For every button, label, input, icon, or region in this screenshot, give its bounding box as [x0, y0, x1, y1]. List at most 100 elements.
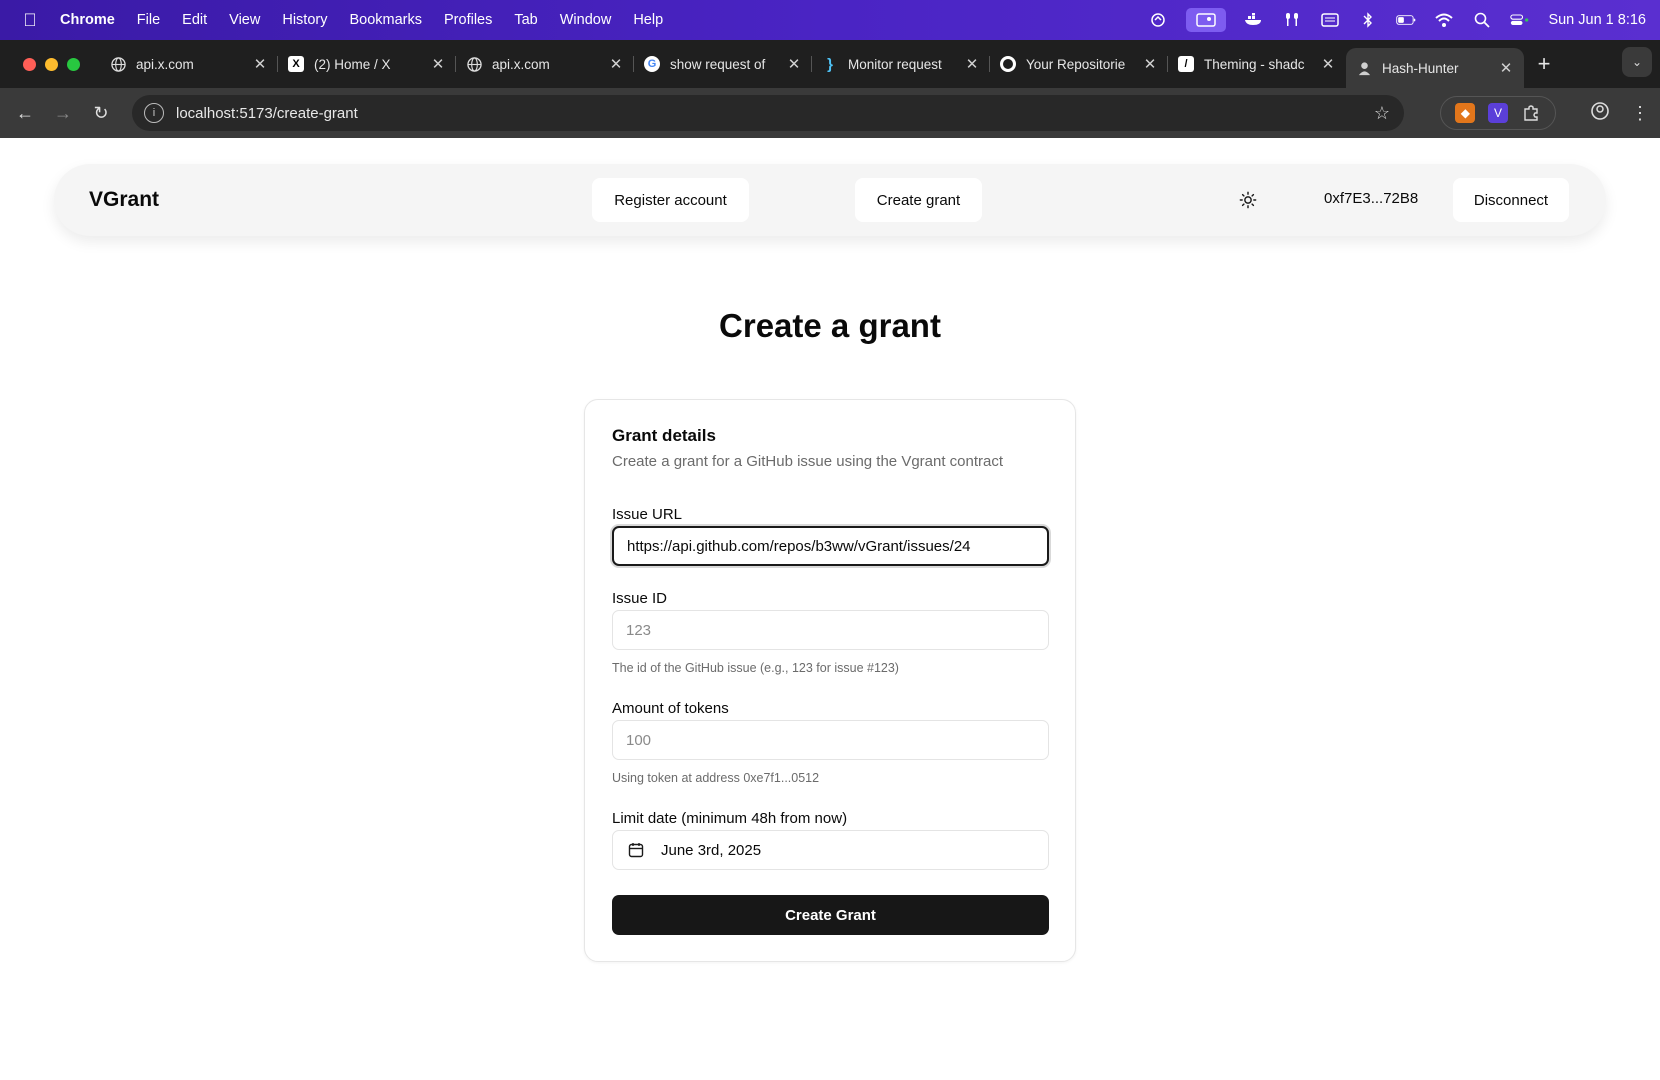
window-layout-icon[interactable] — [1320, 12, 1340, 28]
spotlight-search-icon[interactable] — [1472, 12, 1492, 28]
hunter-icon — [1356, 60, 1372, 76]
amount-hint: Using token at address 0xe7f1...0512 — [612, 771, 820, 785]
screen-share-icon[interactable] — [1186, 8, 1227, 32]
calendar-icon — [627, 841, 645, 859]
register-account-button[interactable]: Register account — [592, 178, 749, 222]
menu-view[interactable]: View — [229, 12, 260, 28]
brand-logo[interactable]: VGrant — [89, 188, 159, 212]
globe-icon — [110, 56, 126, 72]
tab-label: api.x.com — [492, 56, 550, 72]
menu-window[interactable]: Window — [560, 12, 612, 28]
menu-tab[interactable]: Tab — [514, 12, 537, 28]
tab-label: Theming - shadc — [1204, 56, 1305, 72]
close-tab-icon[interactable]: ✕ — [252, 55, 268, 73]
browser-tab[interactable]: X (2) Home / X ✕ — [278, 46, 456, 82]
tab-label: Hash-Hunter — [1382, 60, 1459, 76]
close-tab-icon[interactable]: ✕ — [1498, 59, 1514, 77]
amount-label: Amount of tokens — [612, 700, 729, 717]
github-icon — [1000, 56, 1016, 72]
docker-icon[interactable] — [1244, 12, 1264, 28]
maximize-window-button[interactable] — [67, 57, 80, 71]
card-description: Create a grant for a GitHub issue using … — [612, 453, 1004, 470]
tab-label: Monitor request — [848, 56, 942, 72]
metamask-icon[interactable]: ◆ — [1455, 103, 1476, 123]
issue-id-label: Issue ID — [612, 590, 668, 607]
tab-label: show request of — [670, 56, 766, 72]
brackets-icon: } — [827, 55, 833, 73]
close-tab-icon[interactable]: ✕ — [1142, 55, 1158, 73]
x-logo-icon: X — [288, 56, 304, 72]
airpods-icon[interactable] — [1282, 12, 1302, 28]
tab-label: Your Repositorie — [1026, 56, 1126, 72]
close-window-button[interactable] — [23, 57, 36, 71]
globe-icon — [466, 56, 482, 72]
tab-search-icon[interactable]: ⌄ — [1622, 47, 1652, 77]
limit-date-picker[interactable]: June 3rd, 2025 — [612, 830, 1049, 870]
issue-id-hint: The id of the GitHub issue (e.g., 123 fo… — [612, 661, 899, 675]
address-bar[interactable]: i localhost:5173/create-grant ☆ — [132, 95, 1404, 131]
app-header: VGrant Register account Create grant 0xf… — [54, 164, 1606, 236]
create-grant-nav-button[interactable]: Create grant — [855, 178, 982, 222]
close-tab-icon[interactable]: ✕ — [608, 55, 624, 73]
grant-details-card: Grant details Create a grant for a GitHu… — [584, 399, 1076, 962]
issue-url-input[interactable] — [612, 526, 1049, 566]
menu-help[interactable]: Help — [633, 12, 663, 28]
browser-toolbar: ← → ↻ i localhost:5173/create-grant ☆ ◆ … — [0, 88, 1660, 138]
browser-tab-active[interactable]: Hash-Hunter ✕ — [1346, 48, 1524, 88]
new-tab-button[interactable]: + — [1524, 51, 1564, 77]
bluetooth-icon[interactable] — [1358, 12, 1378, 28]
wallet-address: 0xf7E3...72B8 — [1324, 190, 1419, 207]
menu-file[interactable]: File — [137, 12, 160, 28]
extensions-group: ◆ V — [1440, 96, 1556, 130]
battery-icon[interactable] — [1396, 12, 1416, 28]
google-icon: G — [644, 56, 660, 72]
menu-history[interactable]: History — [282, 12, 327, 28]
card-title: Grant details — [612, 426, 716, 445]
browser-tab-strip: api.x.com ✕ X (2) Home / X ✕ api.x.com ✕… — [0, 40, 1660, 88]
close-tab-icon[interactable]: ✕ — [430, 55, 446, 73]
window-controls — [0, 57, 100, 71]
theme-toggle-sun-icon[interactable] — [1237, 189, 1259, 211]
wifi-icon[interactable] — [1434, 12, 1454, 28]
back-icon[interactable]: ← — [6, 103, 44, 124]
cloud-sync-icon[interactable] — [1148, 12, 1168, 28]
menu-bookmarks[interactable]: Bookmarks — [349, 12, 422, 28]
control-center-icon[interactable] — [1510, 12, 1530, 28]
close-tab-icon[interactable]: ✕ — [964, 55, 980, 73]
menu-app-chrome[interactable]: Chrome — [60, 12, 115, 28]
profile-icon[interactable] — [1580, 101, 1620, 126]
page-title: Create a grant — [719, 307, 941, 344]
limit-date-value: June 3rd, 2025 — [661, 841, 762, 859]
url-text[interactable]: localhost:5173/create-grant — [176, 105, 358, 122]
browser-tab[interactable]: api.x.com ✕ — [100, 46, 278, 82]
apple-icon[interactable]:  — [0, 10, 60, 31]
tab-label: (2) Home / X — [314, 56, 391, 72]
minimize-window-button[interactable] — [45, 57, 58, 71]
create-grant-submit-button[interactable]: Create Grant — [612, 895, 1049, 935]
close-tab-icon[interactable]: ✕ — [786, 55, 802, 73]
browser-tab[interactable]: G show request of ✕ — [634, 46, 812, 82]
menubar-clock[interactable]: Sun Jun 1 8:16 — [1548, 12, 1646, 28]
bookmark-star-icon[interactable]: ☆ — [1374, 103, 1390, 124]
limit-date-label: Limit date (minimum 48h from now) — [612, 810, 848, 827]
more-menu-icon[interactable]: ⋮ — [1620, 103, 1660, 124]
menu-profiles[interactable]: Profiles — [444, 12, 492, 28]
issue-url-label: Issue URL — [612, 506, 683, 523]
forward-icon[interactable]: → — [44, 103, 82, 124]
reload-icon[interactable]: ↻ — [82, 103, 120, 124]
browser-tab[interactable]: api.x.com ✕ — [456, 46, 634, 82]
issue-id-input[interactable] — [612, 610, 1049, 650]
vue-devtools-icon[interactable]: V — [1487, 103, 1508, 123]
tab-label: api.x.com — [136, 56, 194, 72]
browser-tab[interactable]: / Theming - shadc ✕ — [1168, 46, 1346, 82]
slash-icon: / — [1178, 56, 1194, 72]
browser-tab[interactable]: Your Repositorie ✕ — [990, 46, 1168, 82]
os-menubar:  Chrome File Edit View History Bookmark… — [0, 0, 1660, 40]
site-info-icon[interactable]: i — [144, 103, 164, 123]
amount-input[interactable] — [612, 720, 1049, 760]
close-tab-icon[interactable]: ✕ — [1320, 55, 1336, 73]
menu-edit[interactable]: Edit — [182, 12, 207, 28]
extensions-puzzle-icon[interactable] — [1521, 103, 1541, 123]
disconnect-button[interactable]: Disconnect — [1453, 178, 1569, 222]
browser-tab[interactable]: } Monitor request ✕ — [812, 46, 990, 82]
